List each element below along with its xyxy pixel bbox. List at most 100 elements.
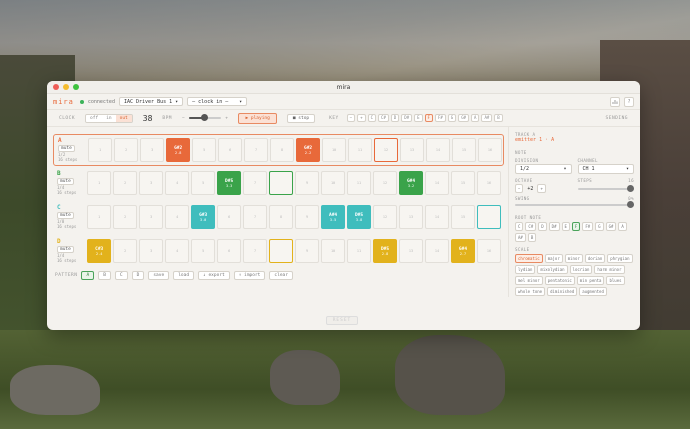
- step-cell[interactable]: 15: [450, 171, 476, 195]
- division-select[interactable]: 1/2 ▾: [515, 164, 572, 174]
- step-cell[interactable]: 9: [294, 205, 320, 229]
- root-note-option[interactable]: G: [595, 222, 604, 231]
- step-cell[interactable]: 14: [424, 239, 450, 263]
- key-button[interactable]: B: [494, 114, 503, 122]
- step-cell[interactable]: 12: [372, 171, 398, 195]
- root-note-option[interactable]: A: [618, 222, 627, 231]
- scale-option[interactable]: dorian: [584, 254, 606, 263]
- stop-button[interactable]: ■ stop: [286, 113, 316, 123]
- step-cell[interactable]: 3: [139, 138, 165, 162]
- key-button[interactable]: F#: [434, 114, 446, 122]
- key-button[interactable]: C#: [378, 114, 389, 122]
- step-cell[interactable]: 6: [217, 138, 243, 162]
- clock-mode-toggle[interactable]: off in out: [85, 113, 133, 123]
- mute-button[interactable]: mute: [57, 246, 74, 253]
- step-cell[interactable]: 2: [112, 239, 138, 263]
- clock-out-option[interactable]: out: [115, 114, 132, 122]
- octave-increase-button[interactable]: +: [537, 184, 546, 193]
- step-cell[interactable]: G#3 3.0: [190, 205, 216, 229]
- step-cell[interactable]: 5: [190, 239, 216, 263]
- step-cell[interactable]: 3: [138, 171, 164, 195]
- step-cell[interactable]: 13: [398, 239, 424, 263]
- step-cell[interactable]: 4: [164, 239, 190, 263]
- step-cell[interactable]: 11: [346, 171, 372, 195]
- step-cell[interactable]: 8: [268, 205, 294, 229]
- step-cell[interactable]: G#2 2.2: [295, 138, 321, 162]
- key-button[interactable]: G#: [458, 114, 470, 122]
- swing-slider-knob[interactable]: [627, 201, 634, 208]
- root-note-option[interactable]: G#: [605, 222, 617, 231]
- step-cell[interactable]: 16: [477, 138, 503, 162]
- step-cell[interactable]: 7: [242, 171, 268, 195]
- step-cell[interactable]: 7: [242, 239, 268, 263]
- bpm-decrease[interactable]: −: [182, 116, 185, 121]
- scale-option[interactable]: pentatonic: [544, 276, 575, 285]
- step-cell[interactable]: 5: [191, 138, 217, 162]
- clock-source-select[interactable]: — clock in — ▾: [187, 97, 248, 106]
- step-cell[interactable]: 13: [399, 138, 425, 162]
- step-cell[interactable]: [476, 205, 502, 229]
- pattern-slot-b[interactable]: B: [98, 271, 111, 280]
- step-cell[interactable]: 1: [87, 171, 112, 195]
- track-row[interactable]: Cmute 1/8 16 steps 1 2 3 4 G#3 3.0 6 7 8 9 A#4 3.5 D#5 3…: [53, 202, 504, 234]
- root-note-option[interactable]: F: [571, 222, 581, 231]
- chart-icon[interactable]: [610, 96, 620, 107]
- scale-option[interactable]: mel minor: [515, 276, 543, 285]
- bpm-increase[interactable]: +: [225, 116, 228, 121]
- step-cell[interactable]: A#4 3.5: [320, 205, 346, 229]
- step-cell[interactable]: 10: [320, 171, 346, 195]
- track-row[interactable]: Dmute 1/4 16 steps C#3 2.4 2 3 4 5 6 7 9 10 11 D#5 2.8 1…: [53, 236, 504, 268]
- scale-option[interactable]: lydian: [515, 265, 536, 274]
- step-cell[interactable]: G#4 3.2: [398, 171, 424, 195]
- scale-option[interactable]: major: [544, 254, 563, 263]
- mute-button[interactable]: mute: [58, 145, 75, 152]
- midi-port-select[interactable]: IAC Driver Bus 1 ▾: [118, 97, 184, 106]
- scale-option[interactable]: mixolydian: [537, 265, 568, 274]
- scale-option[interactable]: diminished: [547, 287, 578, 296]
- step-cell[interactable]: 6: [216, 205, 242, 229]
- step-cell[interactable]: 11: [347, 138, 373, 162]
- key-button[interactable]: F: [424, 114, 433, 122]
- scale-option[interactable]: harm minor: [594, 265, 625, 274]
- step-cell[interactable]: 2: [113, 138, 139, 162]
- load-button[interactable]: load: [173, 271, 195, 280]
- octave-decrease-button[interactable]: −: [515, 184, 524, 193]
- reset-button[interactable]: RESET: [326, 316, 358, 325]
- step-cell[interactable]: C#3 2.4: [87, 239, 112, 263]
- scale-option[interactable]: min penta: [576, 276, 605, 285]
- step-cell[interactable]: [268, 171, 294, 195]
- clock-off-option[interactable]: off: [86, 114, 103, 122]
- tempo-slider[interactable]: [189, 114, 222, 121]
- step-cell[interactable]: D#5 3.3: [216, 171, 242, 195]
- step-cell[interactable]: 10: [321, 138, 347, 162]
- scale-option[interactable]: minor: [564, 254, 583, 263]
- scale-option[interactable]: chromatic: [515, 254, 543, 263]
- step-cell[interactable]: 4: [164, 205, 190, 229]
- step-cell[interactable]: 2: [112, 171, 138, 195]
- export-button[interactable]: ↓ export: [198, 271, 230, 280]
- scale-option[interactable]: phrygian: [607, 254, 633, 263]
- step-cell[interactable]: 16: [476, 239, 502, 263]
- root-note-option[interactable]: E: [561, 222, 570, 231]
- step-cell[interactable]: 6: [216, 239, 242, 263]
- step-cell[interactable]: 8: [269, 138, 295, 162]
- import-button[interactable]: ↑ import: [233, 271, 266, 280]
- step-cell[interactable]: 4: [164, 171, 190, 195]
- track-row[interactable]: Amute 1/2 16 steps 1 2 3 G#2 2.8 5 6 7 8 G#2 2.2 10 11 1…: [53, 134, 504, 166]
- step-cell[interactable]: D#5 3.8: [346, 205, 372, 229]
- swing-slider[interactable]: [515, 201, 634, 208]
- step-cell[interactable]: 10: [320, 239, 346, 263]
- step-cell[interactable]: 3: [138, 205, 164, 229]
- root-note-option[interactable]: A#: [515, 233, 526, 242]
- tempo-slider-knob[interactable]: [200, 114, 208, 121]
- key-button[interactable]: A: [471, 114, 480, 122]
- step-cell[interactable]: 14: [425, 138, 451, 162]
- step-cell[interactable]: D#5 2.8: [372, 239, 398, 263]
- help-icon[interactable]: ?: [624, 96, 634, 107]
- key-button[interactable]: A#: [481, 114, 493, 122]
- key-button[interactable]: C: [367, 114, 377, 122]
- scale-option[interactable]: augmented: [579, 287, 607, 296]
- step-cell[interactable]: 16: [476, 171, 502, 195]
- key-button[interactable]: −: [346, 114, 356, 122]
- channel-select[interactable]: CH 1 ▾: [577, 164, 634, 174]
